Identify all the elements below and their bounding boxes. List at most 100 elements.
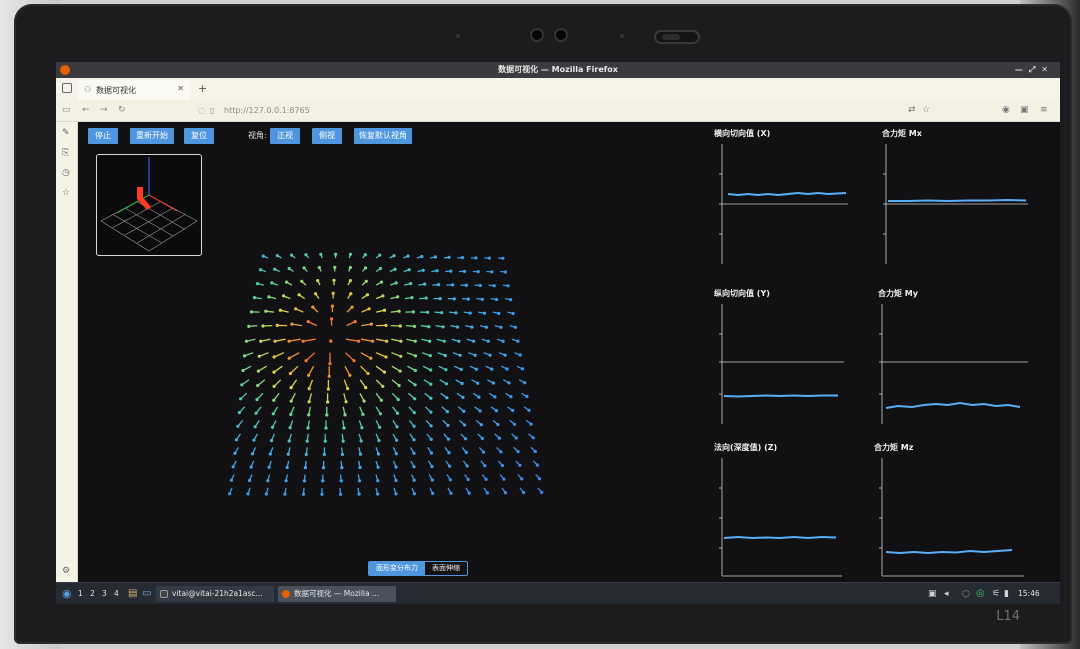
sidebar-icon[interactable]: ▭ <box>62 105 71 115</box>
back-icon[interactable]: ← <box>82 105 90 115</box>
force-vector-head <box>270 425 275 429</box>
tracking-shield-icon[interactable]: ◌ <box>198 103 205 119</box>
default-view-button[interactable]: 恢复默认视角 <box>354 128 412 144</box>
sensor-dot <box>620 34 624 38</box>
volume-tray-icon[interactable]: ◂ <box>944 583 949 604</box>
force-vector-head <box>256 369 260 373</box>
synced-tabs-icon[interactable]: ⎘ <box>62 148 69 158</box>
workspace-4[interactable]: 4 <box>114 583 119 604</box>
clipboard-tray-icon[interactable]: ▣ <box>928 583 937 604</box>
workspace-2[interactable]: 2 <box>90 583 95 604</box>
force-vector-head <box>459 367 463 371</box>
task-terminal[interactable]: vitai@vitai-21h2a1asc... <box>156 586 274 602</box>
minimize-icon[interactable]: — <box>1015 65 1029 74</box>
force-vector-head <box>464 283 468 287</box>
workspace-3[interactable]: 3 <box>102 583 107 604</box>
start-menu-icon[interactable]: ◉ <box>62 583 72 604</box>
force-vector-head <box>428 354 432 358</box>
chat-tray-icon[interactable]: ◌ <box>962 583 970 604</box>
account-icon[interactable]: ◉ <box>1002 105 1010 115</box>
new-tab-icon[interactable]: + <box>198 82 207 95</box>
force-vector-head <box>300 279 304 283</box>
update-tray-icon[interactable]: ◎ <box>976 583 985 604</box>
force-vector-head <box>507 381 511 385</box>
terminal-launcher-icon[interactable]: ▭ <box>142 583 151 604</box>
reset-button[interactable]: 复位 <box>184 128 214 144</box>
url-bar[interactable]: ◌ ▯ http://127.0.0.1:8765 <box>188 103 988 119</box>
force-vector-head <box>369 322 373 326</box>
force-vector-head <box>306 426 310 430</box>
force-vector-head <box>379 398 383 402</box>
taskbar: ◉ 1 2 3 4 ▤ ▭ vitai@vitai-21h2a1asc... 数… <box>56 582 1060 604</box>
force-vector <box>288 352 300 359</box>
force-vector-head <box>304 452 308 456</box>
sidebar-toggle-icon[interactable] <box>62 83 72 93</box>
bookmark-star-icon[interactable]: ☆ <box>922 105 930 115</box>
battery-tray-icon[interactable]: ▮ <box>1004 583 1009 604</box>
tab-force-distribution[interactable]: 面形变分布力 <box>369 562 425 575</box>
side-view-button[interactable]: 侧视 <box>312 128 342 144</box>
tab-visualization[interactable]: ⚇ 数据可视化 ✕ <box>78 80 190 100</box>
force-vector-head <box>307 373 311 377</box>
force-vector-head <box>376 452 381 456</box>
force-vector-field[interactable] <box>228 252 588 522</box>
force-vector-head <box>234 438 238 442</box>
force-vector-head <box>486 339 490 343</box>
force-vector <box>305 352 316 362</box>
bookmarks-icon[interactable]: ☆ <box>62 188 70 198</box>
tab-bar: ⚇ 数据可视化 ✕ + <box>56 78 1060 100</box>
force-vector-head <box>424 296 428 300</box>
force-vector-head <box>397 383 401 388</box>
force-vector-head <box>499 325 503 329</box>
force-vector-head <box>256 383 260 388</box>
force-vector-head <box>463 423 467 427</box>
file-manager-icon[interactable]: ▤ <box>128 583 137 604</box>
force-vector-head <box>423 282 427 286</box>
force-vector-head <box>487 256 491 260</box>
minimap-grid <box>100 157 198 252</box>
clock[interactable]: 15:46 <box>1018 583 1040 604</box>
force-vector-head <box>393 267 397 271</box>
terminal-icon <box>160 590 168 598</box>
force-vector-head <box>288 371 292 376</box>
force-vector-head <box>431 491 435 496</box>
forward-icon[interactable]: → <box>100 105 108 115</box>
reload-icon[interactable]: ↻ <box>118 105 126 115</box>
page-info-icon[interactable]: ▯ <box>210 103 214 119</box>
menu-icon[interactable]: ≡ <box>1040 105 1048 115</box>
force-vector-head <box>249 465 253 469</box>
force-vector-head <box>301 339 305 343</box>
translate-icon[interactable]: ⇄ <box>908 105 916 115</box>
close-tab-icon[interactable]: ✕ <box>177 84 184 93</box>
ai-chat-icon[interactable]: ✎ <box>62 128 70 138</box>
force-vector-head <box>271 412 275 416</box>
force-vector-head <box>254 411 258 415</box>
force-vector-head <box>399 339 403 343</box>
orientation-minimap[interactable] <box>96 154 202 256</box>
url-text[interactable]: http://127.0.0.1:8765 <box>224 106 310 115</box>
force-vector-head <box>272 370 276 374</box>
force-vector-head <box>358 452 363 456</box>
force-vector-head <box>381 294 385 298</box>
force-vector-head <box>494 297 499 302</box>
task-firefox[interactable]: 数据可视化 — Mozilla ... <box>278 586 396 602</box>
tab-surface-stretch[interactable]: 表面伸缩 <box>425 562 467 575</box>
task-terminal-label: vitai@vitai-21h2a1asc... <box>172 589 263 598</box>
sidebar-settings-icon[interactable]: ⚙ <box>62 566 70 576</box>
force-vector-head <box>331 291 335 295</box>
maximize-icon[interactable]: ⤢ <box>1029 65 1041 74</box>
network-tray-icon[interactable]: ⚟ <box>992 583 1000 604</box>
force-vector-head <box>446 423 450 427</box>
restart-button[interactable]: 重新开始 <box>130 128 174 144</box>
extensions-icon[interactable]: ▣ <box>1020 105 1029 115</box>
force-vector-head <box>237 411 241 415</box>
stop-button[interactable]: 停止 <box>88 128 118 144</box>
close-icon[interactable]: ✕ <box>1041 65 1054 74</box>
front-view-button[interactable]: 正视 <box>270 128 300 144</box>
force-vector-head <box>455 325 460 329</box>
plot-line-y <box>723 394 838 398</box>
workspace-1[interactable]: 1 <box>78 583 83 604</box>
force-vector-head <box>282 294 286 298</box>
force-vector-head <box>503 353 507 357</box>
history-icon[interactable]: ◷ <box>62 168 70 178</box>
